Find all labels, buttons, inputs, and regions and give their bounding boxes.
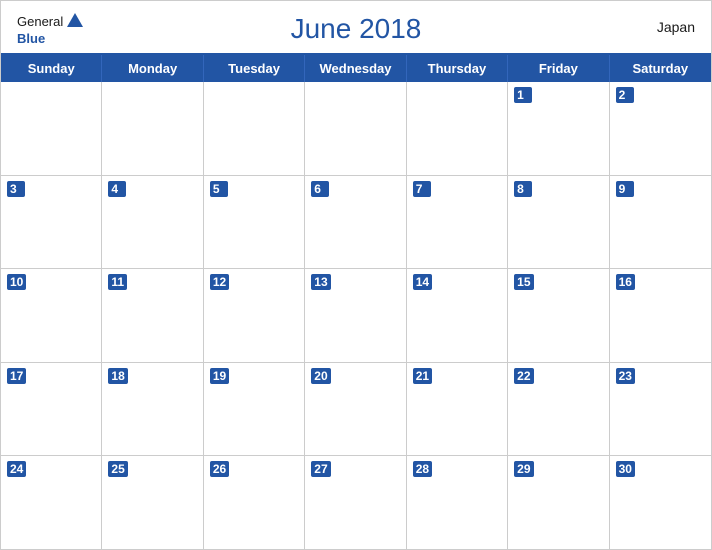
week-row-5: 24 25 26 27 28 29 30 bbox=[1, 456, 711, 549]
calendar-grid: Sunday Monday Tuesday Wednesday Thursday… bbox=[1, 53, 711, 549]
date-number-11: 11 bbox=[108, 274, 127, 290]
date-number-5: 5 bbox=[210, 181, 228, 197]
day-cell-week5-day3: 26 bbox=[204, 456, 305, 549]
day-cell-week3-day7: 16 bbox=[610, 269, 711, 362]
date-number-20: 20 bbox=[311, 368, 330, 384]
week-row-2: 3 4 5 6 7 8 9 bbox=[1, 176, 711, 270]
day-header-saturday: Saturday bbox=[610, 55, 711, 82]
date-number-30: 30 bbox=[616, 461, 635, 477]
logo-icon bbox=[65, 11, 85, 31]
day-cell-week1-day5 bbox=[407, 82, 508, 175]
day-header-friday: Friday bbox=[508, 55, 609, 82]
day-cell-week3-day4: 13 bbox=[305, 269, 406, 362]
day-cell-week4-day2: 18 bbox=[102, 363, 203, 456]
date-number-22: 22 bbox=[514, 368, 533, 384]
day-cell-week2-day3: 5 bbox=[204, 176, 305, 269]
day-cell-week4-day7: 23 bbox=[610, 363, 711, 456]
day-cell-week4-day4: 20 bbox=[305, 363, 406, 456]
day-cell-week1-day4 bbox=[305, 82, 406, 175]
day-cell-week5-day4: 27 bbox=[305, 456, 406, 549]
day-header-monday: Monday bbox=[102, 55, 203, 82]
date-number-17: 17 bbox=[7, 368, 26, 384]
date-number-26: 26 bbox=[210, 461, 229, 477]
date-number-7: 7 bbox=[413, 181, 431, 197]
day-headers: Sunday Monday Tuesday Wednesday Thursday… bbox=[1, 55, 711, 82]
calendar-title: June 2018 bbox=[291, 13, 422, 45]
date-number-6: 6 bbox=[311, 181, 329, 197]
day-cell-week4-day6: 22 bbox=[508, 363, 609, 456]
week-row-1: 12 bbox=[1, 82, 711, 176]
date-number-25: 25 bbox=[108, 461, 127, 477]
day-cell-week3-day1: 10 bbox=[1, 269, 102, 362]
calendar-container: General Blue June 2018 Japan Sunday Mond… bbox=[0, 0, 712, 550]
day-cell-week1-day3 bbox=[204, 82, 305, 175]
date-number-29: 29 bbox=[514, 461, 533, 477]
day-cell-week5-day6: 29 bbox=[508, 456, 609, 549]
day-cell-week2-day1: 3 bbox=[1, 176, 102, 269]
date-number-19: 19 bbox=[210, 368, 229, 384]
date-number-23: 23 bbox=[616, 368, 635, 384]
day-cell-week3-day2: 11 bbox=[102, 269, 203, 362]
day-header-thursday: Thursday bbox=[407, 55, 508, 82]
country-label: Japan bbox=[657, 19, 695, 35]
date-number-28: 28 bbox=[413, 461, 432, 477]
calendar-header: General Blue June 2018 Japan bbox=[1, 1, 711, 53]
day-cell-week1-day6: 1 bbox=[508, 82, 609, 175]
day-cell-week2-day2: 4 bbox=[102, 176, 203, 269]
logo-area: General Blue bbox=[17, 11, 85, 46]
date-number-4: 4 bbox=[108, 181, 126, 197]
logo-blue-text: Blue bbox=[17, 31, 45, 46]
weeks-container: 1234567891011121314151617181920212223242… bbox=[1, 82, 711, 549]
date-number-9: 9 bbox=[616, 181, 634, 197]
day-cell-week5-day2: 25 bbox=[102, 456, 203, 549]
day-cell-week5-day7: 30 bbox=[610, 456, 711, 549]
day-cell-week2-day5: 7 bbox=[407, 176, 508, 269]
date-number-24: 24 bbox=[7, 461, 26, 477]
date-number-1: 1 bbox=[514, 87, 532, 103]
date-number-16: 16 bbox=[616, 274, 635, 290]
day-cell-week5-day1: 24 bbox=[1, 456, 102, 549]
day-cell-week2-day4: 6 bbox=[305, 176, 406, 269]
date-number-27: 27 bbox=[311, 461, 330, 477]
day-cell-week1-day2 bbox=[102, 82, 203, 175]
date-number-13: 13 bbox=[311, 274, 330, 290]
date-number-8: 8 bbox=[514, 181, 532, 197]
date-number-12: 12 bbox=[210, 274, 229, 290]
day-cell-week1-day7: 2 bbox=[610, 82, 711, 175]
date-number-10: 10 bbox=[7, 274, 26, 290]
logo-general-text: General bbox=[17, 14, 63, 29]
week-row-3: 10 11 12 13 14 15 16 bbox=[1, 269, 711, 363]
date-number-14: 14 bbox=[413, 274, 432, 290]
day-cell-week5-day5: 28 bbox=[407, 456, 508, 549]
day-header-tuesday: Tuesday bbox=[204, 55, 305, 82]
day-header-sunday: Sunday bbox=[1, 55, 102, 82]
day-cell-week2-day6: 8 bbox=[508, 176, 609, 269]
day-cell-week2-day7: 9 bbox=[610, 176, 711, 269]
day-cell-week4-day3: 19 bbox=[204, 363, 305, 456]
date-number-15: 15 bbox=[514, 274, 533, 290]
day-header-wednesday: Wednesday bbox=[305, 55, 406, 82]
day-cell-week4-day5: 21 bbox=[407, 363, 508, 456]
week-row-4: 17 18 19 20 21 22 23 bbox=[1, 363, 711, 457]
day-cell-week1-day1 bbox=[1, 82, 102, 175]
date-number-3: 3 bbox=[7, 181, 25, 197]
date-number-2: 2 bbox=[616, 87, 634, 103]
date-number-21: 21 bbox=[413, 368, 432, 384]
day-cell-week3-day6: 15 bbox=[508, 269, 609, 362]
date-number-18: 18 bbox=[108, 368, 127, 384]
day-cell-week3-day5: 14 bbox=[407, 269, 508, 362]
day-cell-week4-day1: 17 bbox=[1, 363, 102, 456]
day-cell-week3-day3: 12 bbox=[204, 269, 305, 362]
